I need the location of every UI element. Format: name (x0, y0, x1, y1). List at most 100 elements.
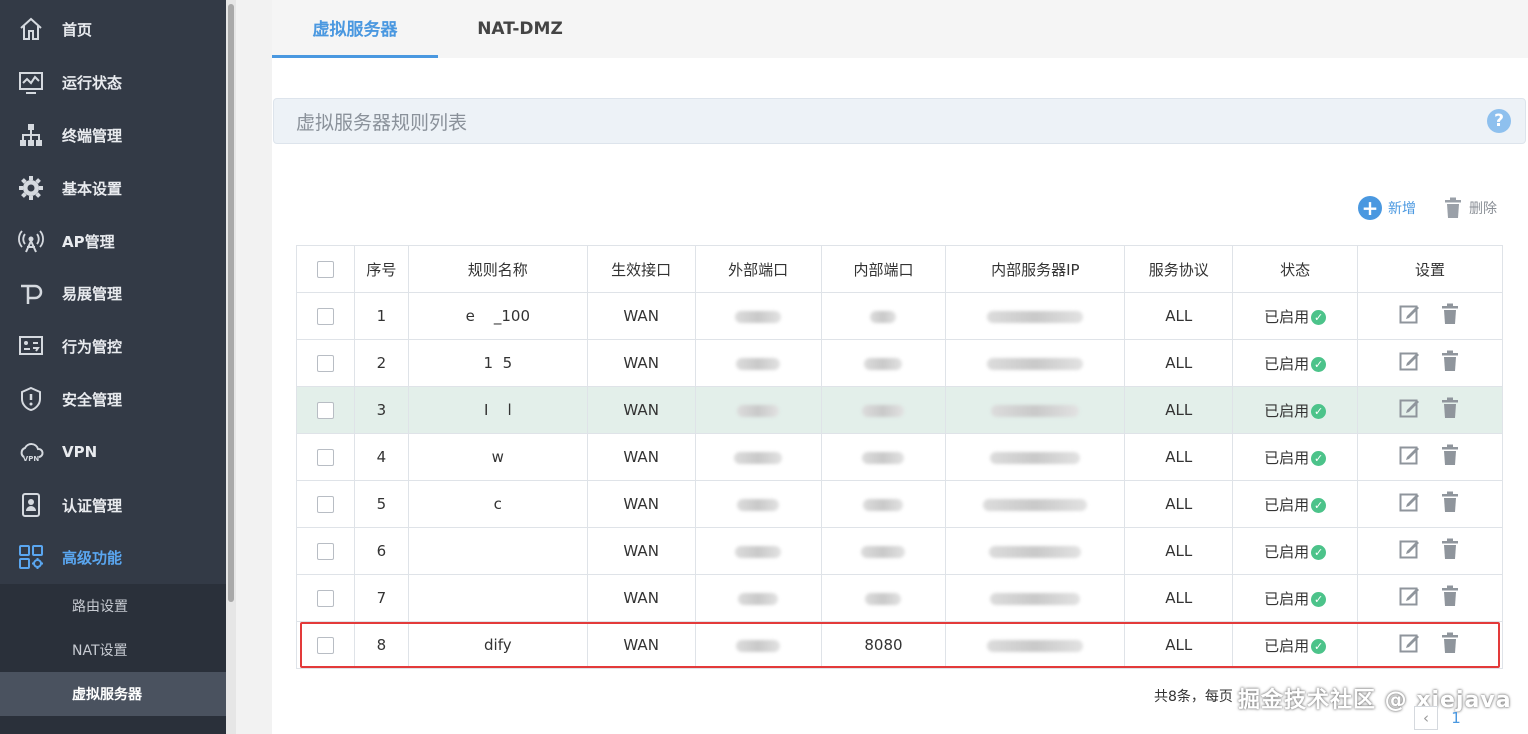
sidebar-item-ap[interactable]: AP管理 (0, 215, 226, 267)
table-row[interactable]: 6 WAN ALL 已启用 ✓ (296, 527, 1503, 575)
trash-icon[interactable] (1439, 632, 1461, 654)
row-select-cell[interactable] (296, 339, 355, 387)
delete-button[interactable]: 删除 (1443, 195, 1497, 221)
edit-icon[interactable] (1399, 538, 1421, 560)
trash-icon[interactable] (1439, 491, 1461, 513)
row-checkbox[interactable] (316, 355, 334, 372)
trash-icon[interactable] (1439, 350, 1461, 372)
sidebar-item-status[interactable]: 运行状态 (0, 56, 226, 108)
edit-icon[interactable] (1399, 632, 1421, 654)
edit-icon[interactable] (1399, 397, 1421, 419)
trash-icon[interactable] (1439, 585, 1461, 607)
submenu-item-routing[interactable]: 路由设置 (0, 584, 226, 628)
protocol-cell: ALL (1124, 527, 1234, 575)
check-icon: ✓ (1311, 309, 1327, 325)
table-row[interactable]: 1e _100 WAN ALL 已启用 ✓ (296, 292, 1503, 340)
sidebar-item-vpn[interactable]: VPN VPN (0, 426, 226, 478)
table-row[interactable]: 3I l WAN ALL 已启用 ✓ (296, 386, 1503, 434)
trash-icon[interactable] (1439, 397, 1461, 419)
row-checkbox[interactable] (316, 449, 334, 466)
interface-cell: WAN (586, 527, 696, 575)
trash-icon[interactable] (1439, 444, 1461, 466)
column-header: 服务协议 (1124, 245, 1234, 293)
row-checkbox[interactable] (316, 308, 334, 325)
sidebar-item-advanced[interactable]: 高级功能 (0, 531, 226, 583)
trash-icon[interactable] (1439, 303, 1461, 325)
sidebar-item-terminals[interactable]: 终端管理 (0, 109, 226, 161)
edit-icon[interactable] (1399, 303, 1421, 325)
sidebar-item-label: AP管理 (62, 232, 115, 251)
row-number-cell: 7 (353, 574, 409, 622)
badge-icon (18, 492, 44, 518)
sidebar-item-security[interactable]: 安全管理 (0, 373, 226, 425)
row-number-cell: 4 (353, 433, 409, 481)
submenu-item-virtual-server[interactable]: 虚拟服务器 (0, 672, 226, 716)
sidebar-item-label: VPN (62, 443, 98, 461)
protocol-cell: ALL (1124, 292, 1234, 340)
server-ip-cell (945, 621, 1126, 669)
antenna-icon (18, 228, 44, 254)
tab-virtual-server[interactable]: 虚拟服务器 (272, 0, 438, 58)
redacted-value (870, 310, 897, 323)
redacted-value (989, 545, 1082, 558)
redacted-value (983, 498, 1088, 511)
row-checkbox[interactable] (316, 637, 334, 654)
edit-icon[interactable] (1399, 444, 1421, 466)
row-checkbox[interactable] (316, 590, 334, 607)
sidebar-item-auth[interactable]: 认证管理 (0, 479, 226, 531)
row-select-cell[interactable] (296, 621, 355, 669)
row-select-cell[interactable] (296, 574, 355, 622)
scrollbar-thumb[interactable] (228, 4, 234, 602)
protocol-cell: ALL (1124, 621, 1234, 669)
sidebar-item-basic-settings[interactable]: 基本设置 (0, 162, 226, 214)
prev-page-button[interactable]: ‹ (1414, 706, 1438, 730)
column-header: 内部端口 (820, 245, 947, 293)
protocol-cell: ALL (1124, 339, 1234, 387)
table-row[interactable]: 7 WAN ALL 已启用 ✓ (296, 574, 1503, 622)
edit-icon[interactable] (1399, 350, 1421, 372)
help-icon[interactable]: ? (1487, 109, 1511, 133)
redacted-value (735, 310, 782, 323)
row-select-cell[interactable] (296, 386, 355, 434)
page-number[interactable]: 1 (1444, 706, 1468, 730)
row-select-cell[interactable] (296, 527, 355, 575)
status-cell: 已启用 ✓ (1232, 527, 1359, 575)
row-select-cell[interactable] (296, 292, 355, 340)
submenu-item-nat[interactable]: NAT设置 (0, 628, 226, 672)
row-select-cell[interactable] (296, 433, 355, 481)
table-row[interactable]: 4 w WAN ALL 已启用 ✓ (296, 433, 1503, 481)
check-icon: ✓ (1311, 497, 1327, 513)
select-all-cell[interactable] (296, 245, 355, 293)
submenu-item-label: 虚拟服务器 (72, 687, 142, 703)
edit-icon[interactable] (1399, 585, 1421, 607)
select-all-checkbox[interactable] (316, 261, 334, 278)
table-row[interactable]: 8 dify WAN 8080 ALL 已启用 ✓ (296, 621, 1503, 669)
interface-cell: WAN (586, 574, 696, 622)
submenu-item-label: 路由设置 (72, 599, 128, 615)
add-button[interactable]: + 新增 (1358, 195, 1416, 221)
interface-cell: WAN (586, 386, 696, 434)
table-row[interactable]: 5 c WAN ALL 已启用 ✓ (296, 480, 1503, 528)
sidebar-item-yizhan[interactable]: 易展管理 (0, 267, 226, 319)
delete-label: 删除 (1469, 201, 1497, 217)
row-select-cell[interactable] (296, 480, 355, 528)
internal-port-cell (820, 386, 947, 434)
gear-icon (18, 175, 44, 201)
trash-icon[interactable] (1439, 538, 1461, 560)
row-number-cell: 6 (353, 527, 409, 575)
row-number-cell: 5 (353, 480, 409, 528)
redacted-value (734, 451, 783, 464)
sidebar-item-home[interactable]: 首页 (0, 3, 226, 55)
sidebar-item-label: 运行状态 (62, 73, 123, 92)
row-checkbox[interactable] (316, 543, 334, 560)
sidebar-item-behavior[interactable]: 行为管控 (0, 320, 226, 372)
rule-name-cell: 1 5 (407, 339, 588, 387)
status-cell: 已启用 ✓ (1232, 480, 1359, 528)
row-checkbox[interactable] (316, 496, 334, 513)
tab-nat-dmz[interactable]: NAT-DMZ (452, 0, 588, 58)
row-checkbox[interactable] (316, 402, 334, 419)
control-icon (18, 333, 44, 359)
sidebar-scrollbar[interactable] (226, 0, 236, 734)
edit-icon[interactable] (1399, 491, 1421, 513)
table-row[interactable]: 21 5 WAN ALL 已启用 ✓ (296, 339, 1503, 387)
